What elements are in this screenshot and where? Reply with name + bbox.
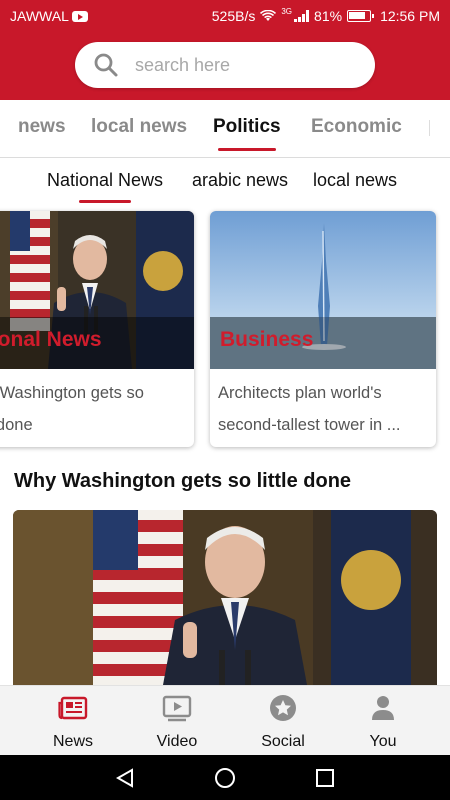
bottom-navigation: News Video Social You — [0, 685, 450, 755]
subtab-arabic-news[interactable]: arabic news — [192, 170, 288, 191]
tab-label: Politics — [213, 116, 281, 137]
video-icon — [162, 695, 192, 722]
nav-item-you[interactable]: You — [328, 686, 438, 756]
wifi-icon — [260, 10, 277, 21]
tab-label: news — [18, 116, 66, 137]
status-bar: JAWWAL 525B/s 3G 81% 12:56 PM — [0, 0, 450, 32]
nav-item-social[interactable]: Social — [228, 686, 338, 756]
star-badge-icon — [270, 695, 296, 721]
active-subtab-indicator — [79, 200, 132, 203]
search-input[interactable] — [135, 54, 335, 76]
tab-divider — [429, 120, 430, 136]
nav-item-video[interactable]: Video — [122, 686, 232, 756]
subtab-label: local news — [313, 170, 398, 190]
person-icon — [372, 696, 394, 720]
nav-item-news[interactable]: News — [18, 686, 128, 756]
category-tabs: news local news Politics Economic — [0, 100, 450, 158]
tab-label: local news — [91, 116, 188, 137]
featured-article-title[interactable]: Why Washington gets so little done — [14, 470, 351, 493]
news-card[interactable]: Business Architects plan world's second-… — [210, 211, 436, 447]
back-icon[interactable] — [114, 767, 136, 789]
news-app: JAWWAL 525B/s 3G 81% 12:56 PM search her… — [0, 0, 450, 800]
news-card[interactable]: National News Why Washington gets so lit… — [0, 211, 194, 447]
subtab-local-news[interactable]: local news — [313, 170, 397, 191]
card-headline: Why Washington gets so little done — [0, 384, 144, 434]
network-type: 3G — [281, 6, 293, 16]
featured-article-image[interactable] — [13, 510, 437, 685]
tab-local-news[interactable]: local news — [91, 116, 187, 138]
network-speed: 525B/s — [211, 8, 256, 24]
subtab-national-news[interactable]: National News — [47, 170, 164, 203]
card-category-label: National News — [0, 328, 102, 351]
card-headline: Architects plan world's second-tallest t… — [218, 384, 401, 434]
nav-label: Video — [156, 733, 198, 750]
battery-icon — [347, 10, 375, 22]
card-category-label: Business — [220, 328, 314, 351]
status-indicators: 525B/s 3G 81% 12:56 PM — [211, 6, 440, 25]
newspaper-icon — [58, 696, 88, 720]
tab-politics[interactable]: Politics — [213, 116, 281, 151]
app-header — [0, 32, 450, 100]
nav-label: News — [52, 733, 93, 750]
nav-label: You — [369, 733, 397, 750]
carrier-group: JAWWAL — [10, 8, 88, 24]
battery-percent: 81% — [314, 8, 343, 24]
system-navigation-bar — [0, 755, 450, 800]
home-icon[interactable] — [214, 767, 236, 789]
subcategory-tabs: National News arabic news local news — [0, 160, 450, 204]
subtab-label: National News — [47, 170, 164, 190]
search-icon[interactable] — [93, 52, 119, 78]
tab-economic[interactable]: Economic — [311, 116, 402, 138]
subtab-label: arabic news — [192, 170, 289, 190]
tab-label: Economic — [311, 116, 402, 137]
active-tab-indicator — [217, 148, 276, 151]
youtube-notification-icon — [71, 10, 88, 22]
signal-strength-icon — [294, 10, 310, 22]
clock: 12:56 PM — [380, 8, 440, 24]
nav-label: Social — [261, 733, 305, 750]
tab-news[interactable]: news — [18, 116, 66, 138]
carrier-name: JAWWAL — [10, 8, 69, 24]
recent-apps-icon[interactable] — [314, 767, 336, 789]
search-bar[interactable] — [75, 42, 375, 88]
